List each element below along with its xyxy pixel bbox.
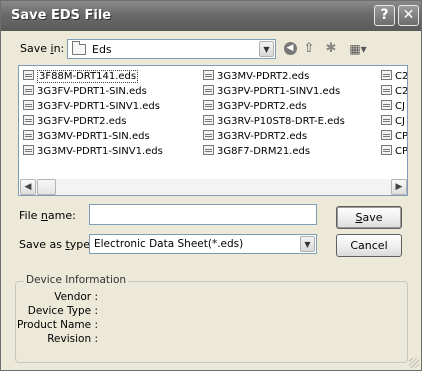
save-button[interactable]: Save [336, 206, 402, 229]
folder-icon [72, 41, 86, 55]
file-item[interactable]: 3F88M-DRT141.eds [23, 70, 139, 83]
file-name: 3G3FV-PDRT2.eds [37, 116, 127, 127]
title-bar[interactable]: Save EDS File ? ✕ [1, 1, 421, 31]
file-name-label-accel: n [40, 209, 48, 222]
save-as-type-label: Save as type: [19, 238, 94, 251]
file-item[interactable]: CJ [381, 100, 405, 113]
file-name-input[interactable] [89, 204, 317, 225]
file-name: C2 [395, 71, 408, 82]
eds-file-icon [381, 100, 392, 110]
eds-file-icon [23, 130, 34, 140]
eds-file-icon [203, 100, 214, 110]
eds-file-icon [381, 115, 392, 125]
file-name: 3G3PV-PDRT1-SINV1.eds [217, 86, 341, 97]
close-button[interactable]: ✕ [398, 5, 419, 26]
save-button-label: ave [362, 211, 383, 224]
eds-file-icon [203, 145, 214, 155]
file-name: 3G3MV-PDRT1-SINV1.eds [37, 146, 163, 157]
eds-file-icon [381, 85, 392, 95]
file-name: 3G3MV-PDRT1-SIN.eds [37, 131, 150, 142]
help-button[interactable]: ? [374, 5, 395, 26]
chevron-down-icon[interactable]: ▼ [300, 236, 315, 252]
file-list[interactable]: 3F88M-DRT141.eds 3G3FV-PDRT1-SIN.eds 3G3… [18, 65, 408, 196]
file-name-label-suffix: ame: [47, 209, 76, 222]
file-item[interactable]: 3G3MV-PDRT1-SIN.eds [23, 130, 150, 143]
eds-file-icon [23, 100, 34, 110]
file-item[interactable]: CJ [381, 115, 405, 128]
file-item[interactable]: C2 [381, 70, 408, 83]
file-item[interactable]: 3G3RV-P10ST8-DRT-E.eds [203, 115, 345, 128]
resize-grip-icon[interactable] [409, 358, 419, 368]
eds-file-icon [23, 85, 34, 95]
file-item[interactable]: 3G3FV-PDRT1-SINV1.eds [23, 100, 160, 113]
save-in-label: Save in: [20, 42, 64, 55]
scroll-left-button[interactable]: ◀ [20, 179, 36, 195]
save-as-type-value: Electronic Data Sheet(*.eds) [94, 238, 244, 250]
scroll-right-button[interactable]: ▶ [391, 179, 407, 195]
file-item[interactable]: 3G3FV-PDRT2.eds [23, 115, 126, 128]
revision-label: Revision : [47, 333, 98, 345]
horizontal-scrollbar[interactable]: ◀ ▶ [20, 179, 407, 195]
file-item[interactable]: 3G3RV-PDRT2.eds [203, 130, 307, 143]
file-item[interactable]: 3G3FV-PDRT1-SIN.eds [23, 85, 147, 98]
file-name-label-prefix: File [19, 209, 41, 222]
file-item[interactable]: 3G3PV-PDRT1-SINV1.eds [203, 85, 340, 98]
file-item[interactable]: 3G3MV-PDRT1-SINV1.eds [23, 145, 163, 158]
file-name: 3G3RV-PDRT2.eds [217, 131, 308, 142]
save-as-type-dropdown[interactable]: Electronic Data Sheet(*.eds) ▼ [89, 234, 317, 254]
file-name: 3G3PV-PDRT2.eds [217, 101, 307, 112]
device-information-group: Device Information Vendor : Device Type … [15, 274, 408, 363]
eds-file-icon [23, 145, 34, 155]
file-name: CP [395, 131, 408, 142]
save-in-dropdown[interactable]: Eds ▼ [67, 39, 276, 59]
eds-file-icon [381, 70, 392, 80]
file-name: CJ [395, 101, 405, 112]
save-eds-dialog: Save EDS File ? ✕ Save in: Eds ▼ ◀ ⇧ ✱ ▦… [0, 0, 422, 371]
file-name: 3G3MV-PDRT2.eds [217, 71, 310, 82]
save-in-label-suffix: n: [53, 42, 65, 55]
eds-file-icon [23, 70, 34, 80]
file-name: 3G3FV-PDRT1-SINV1.eds [37, 101, 160, 112]
scrollbar-thumb[interactable] [37, 179, 56, 195]
save-in-value: Eds [92, 43, 112, 56]
file-name: 3G3RV-P10ST8-DRT-E.eds [217, 116, 345, 127]
product-name-label: Product Name : [16, 319, 98, 331]
eds-file-icon [381, 145, 392, 155]
device-information-title: Device Information [24, 274, 129, 286]
save-in-label-prefix: Save [20, 42, 51, 55]
file-name: CP [395, 146, 408, 157]
cancel-button[interactable]: Cancel [336, 234, 402, 257]
save-as-type-label-prefix: Save as [19, 238, 66, 251]
up-folder-icon[interactable]: ⇧ [301, 40, 317, 58]
back-icon[interactable]: ◀ [282, 40, 298, 58]
file-item[interactable]: C2 [381, 85, 408, 98]
chevron-down-icon[interactable]: ▼ [259, 41, 274, 57]
eds-file-icon [203, 115, 214, 125]
file-name: 3G8F7-DRM21.eds [217, 146, 311, 157]
file-name: CJ [395, 116, 405, 127]
file-item[interactable]: 3G3PV-PDRT2.eds [203, 100, 307, 113]
window-title: Save EDS File [11, 8, 112, 23]
eds-file-icon [203, 70, 214, 80]
eds-file-icon [23, 115, 34, 125]
file-item[interactable]: 3G3MV-PDRT2.eds [203, 70, 309, 83]
eds-file-icon [203, 130, 214, 140]
file-name: 3F88M-DRT141.eds [37, 70, 139, 83]
views-menu-icon[interactable]: ▦▾ [345, 40, 371, 58]
eds-file-icon [203, 85, 214, 95]
file-name: 3G3FV-PDRT1-SIN.eds [37, 86, 147, 97]
new-folder-icon[interactable]: ✱ [322, 40, 340, 58]
file-name: C2 [395, 86, 408, 97]
file-item[interactable]: CP [381, 130, 408, 143]
file-item[interactable]: CP [381, 145, 408, 158]
device-type-label: Device Type : [27, 305, 98, 317]
file-name-label: File name: [19, 209, 76, 222]
file-item[interactable]: 3G8F7-DRM21.eds [203, 145, 310, 158]
eds-file-icon [381, 130, 392, 140]
vendor-label: Vendor : [54, 291, 98, 303]
